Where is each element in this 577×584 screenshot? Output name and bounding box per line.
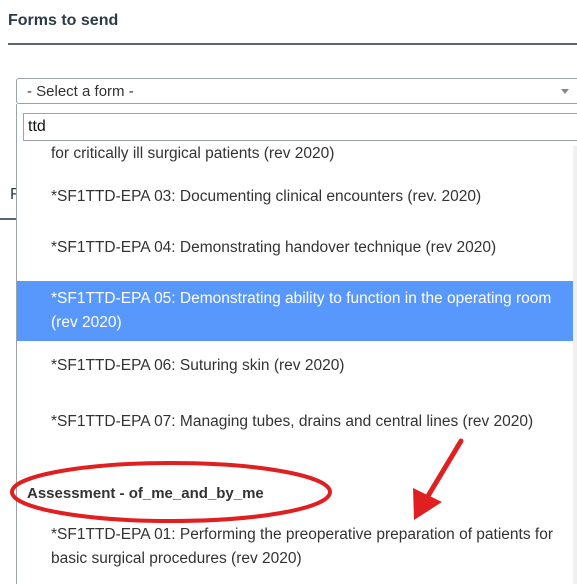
dropdown-scrollbar[interactable] xyxy=(573,146,577,584)
option-item-selected[interactable]: *SF1TTD-EPA 05: Demonstrating ability to… xyxy=(17,281,574,341)
chevron-down-icon xyxy=(561,89,569,94)
option-label: for critically ill surgical patients (re… xyxy=(51,145,335,162)
form-search-input[interactable] xyxy=(23,113,577,141)
form-select[interactable]: - Select a form - xyxy=(16,78,577,104)
option-label: *SF1TTD-EPA 04: Demonstrating handover t… xyxy=(51,239,497,256)
option-item[interactable]: *SF1TTD-EPA 04: Demonstrating handover t… xyxy=(17,220,574,276)
option-item[interactable]: *SF1TTD-EPA 06: Suturing skin (rev 2020) xyxy=(17,349,574,383)
option-item[interactable]: *SF1TTD-EPA 03: Documenting clinical enc… xyxy=(17,180,574,214)
title-divider xyxy=(8,43,577,45)
option-item[interactable]: *SF1TTD-EPA 07: Managing tubes, drains a… xyxy=(17,394,574,450)
page-title: Forms to send xyxy=(8,12,119,29)
option-label: *SF1TTD-EPA 06: Suturing skin (rev 2020) xyxy=(51,357,345,374)
option-label: *SF1TTD-EPA 03: Documenting clinical enc… xyxy=(51,188,482,205)
form-select-dropdown: for critically ill surgical patients (re… xyxy=(16,104,577,584)
option-label: *SF1TTD-EPA 05: Demonstrating ability to… xyxy=(51,290,552,331)
option-item[interactable]: *SF1TTD-EPA 01: Performing the preoperat… xyxy=(17,519,574,575)
optgroup-label: Assessment - of_me_and_by_me xyxy=(27,485,264,502)
option-label: *SF1TTD-EPA 07: Managing tubes, drains a… xyxy=(51,413,534,430)
option-label: *SF1TTD-EPA 01: Performing the preoperat… xyxy=(51,526,553,567)
form-select-value: - Select a form - xyxy=(27,83,134,100)
option-item[interactable]: for critically ill surgical patients (re… xyxy=(17,140,574,168)
